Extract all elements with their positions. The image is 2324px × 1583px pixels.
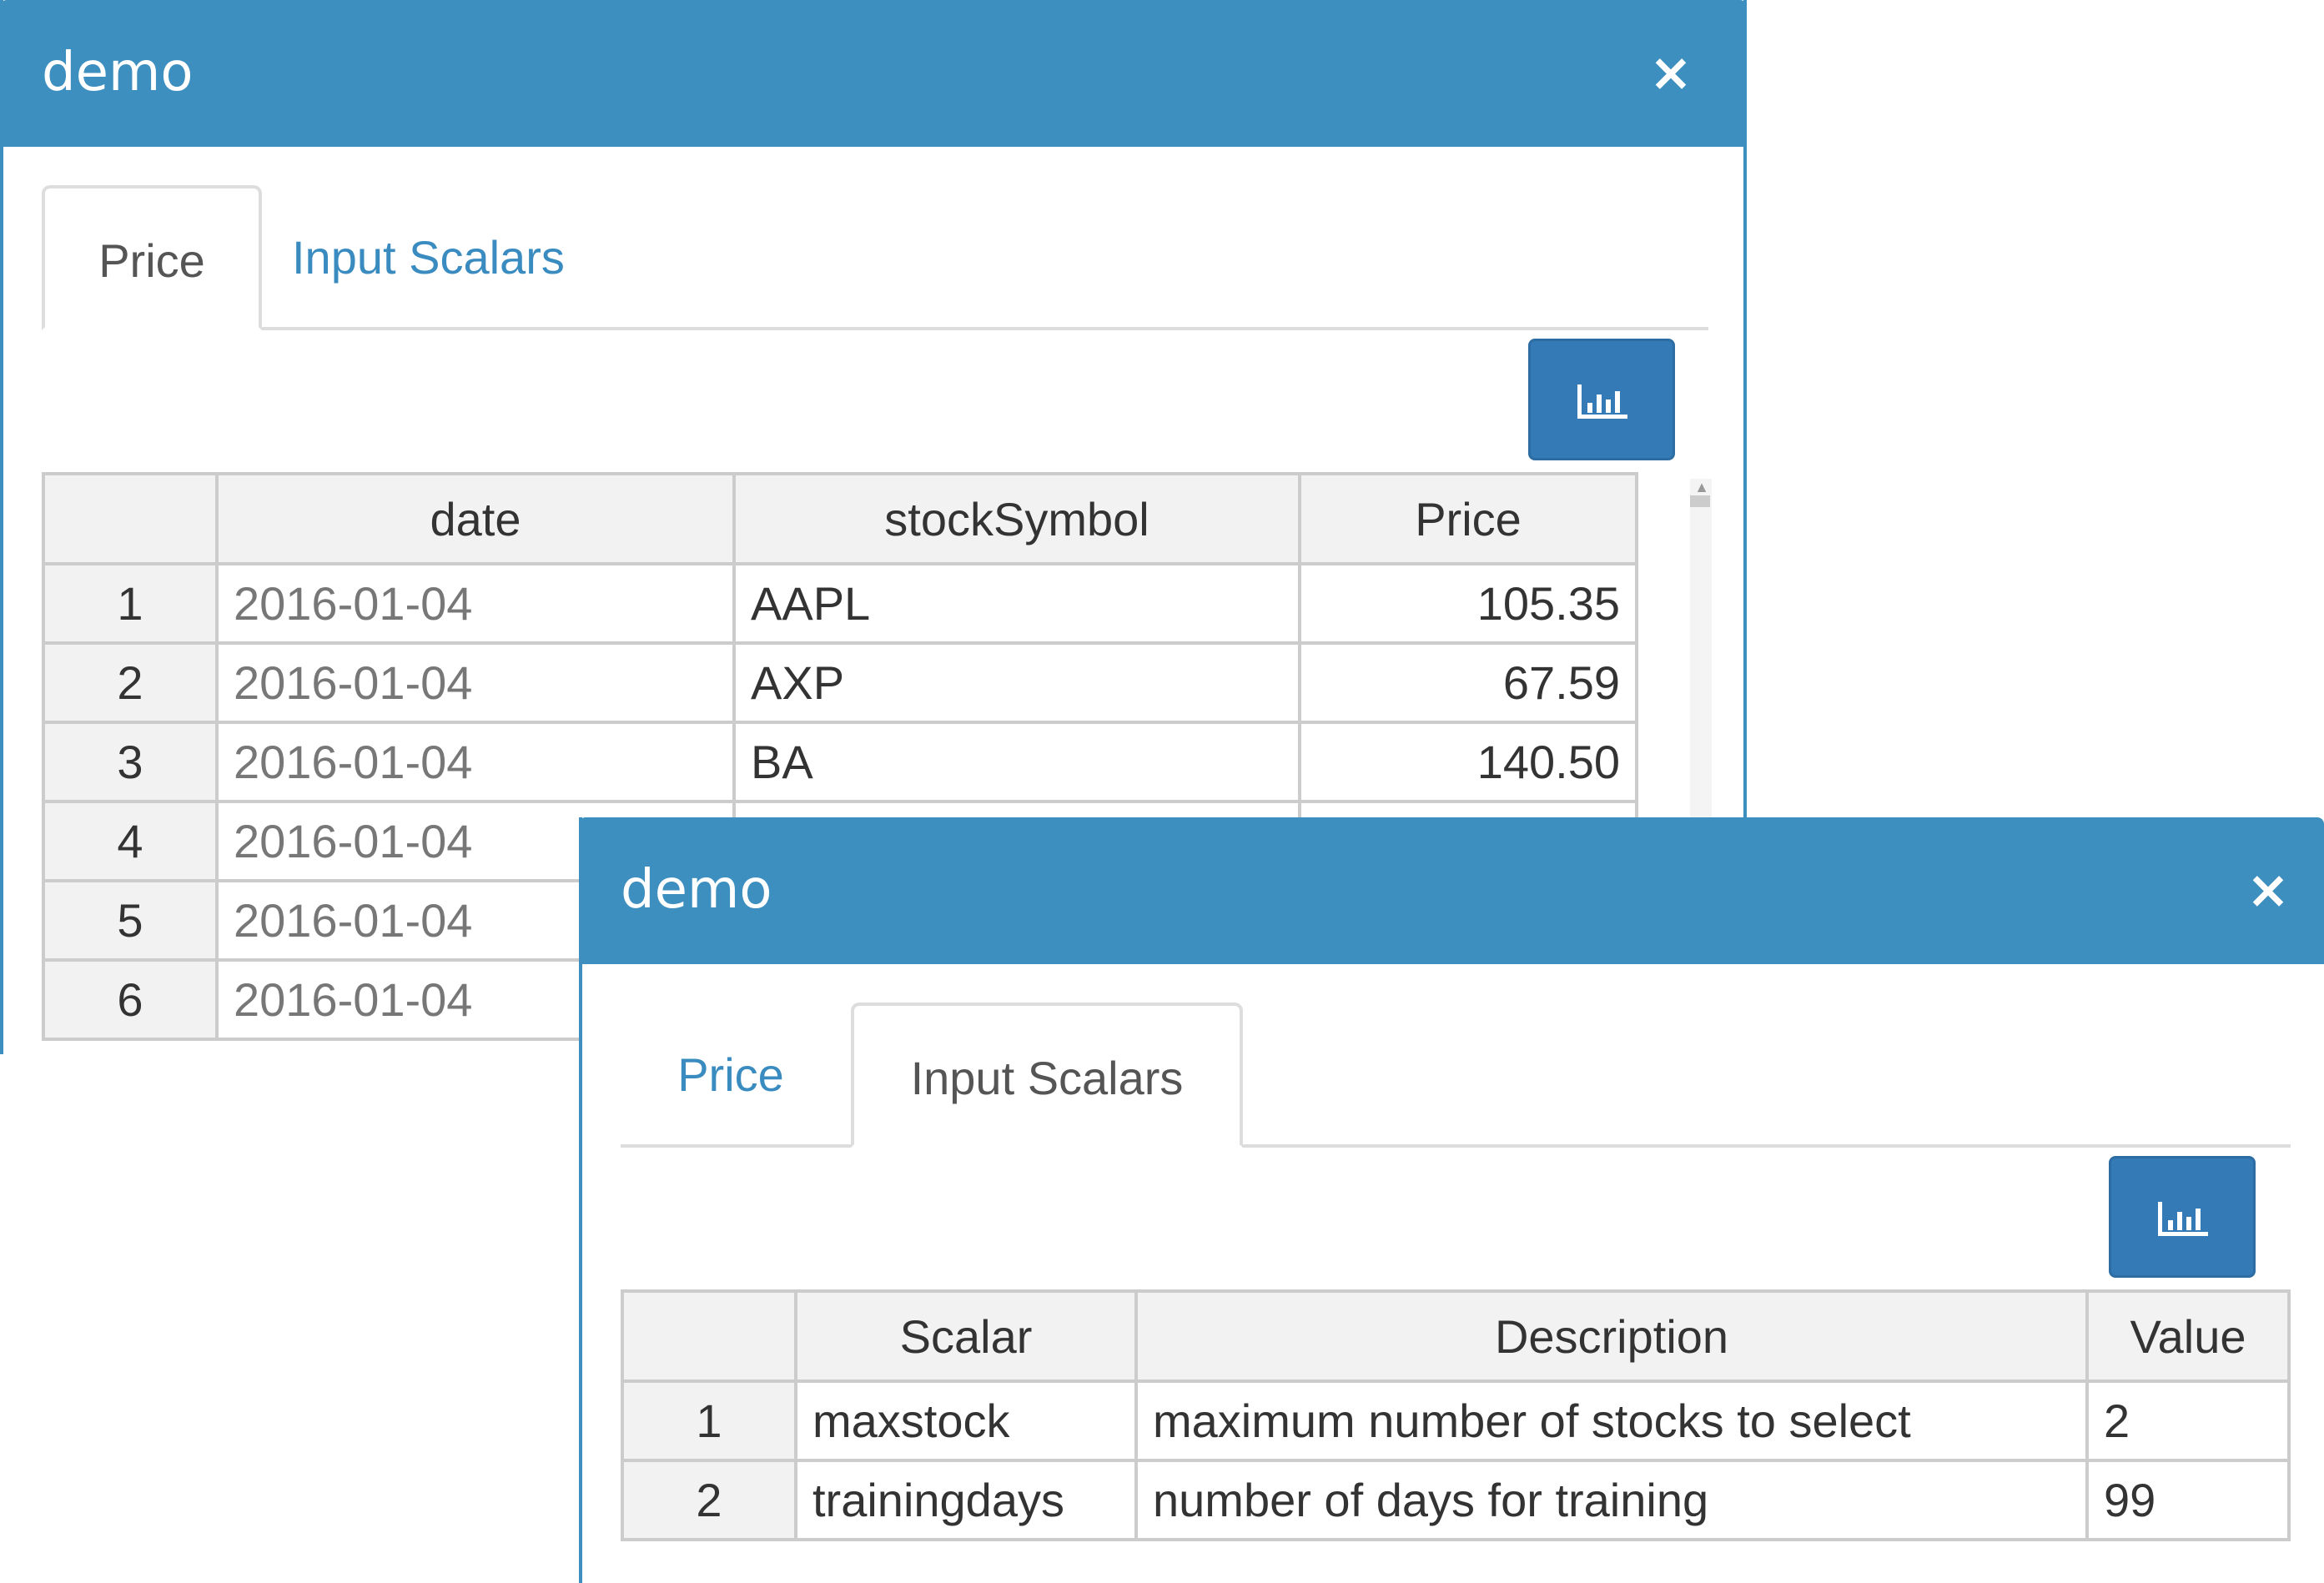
row-number: 1 — [42, 562, 219, 645]
dialog-title: demo — [621, 859, 772, 921]
symbol-cell[interactable]: BA — [732, 721, 1301, 803]
dialog-titlebar[interactable]: demo × — [0, 0, 1747, 147]
chart-button[interactable] — [1528, 339, 1675, 460]
header-description[interactable]: Description — [1134, 1289, 2089, 1383]
row-number: 1 — [621, 1379, 797, 1462]
row-number: 4 — [42, 800, 219, 882]
table-row[interactable]: 3 2016-01-04 BA 140.50 — [42, 721, 1638, 803]
description-cell[interactable]: maximum number of stocks to select — [1134, 1379, 2089, 1462]
table-row[interactable]: 1 2016-01-04 AAPL 105.35 — [42, 562, 1638, 645]
row-number: 5 — [42, 879, 219, 962]
scrollbar-thumb[interactable] — [1690, 495, 1710, 507]
tab-bar: Price Input Scalars — [621, 999, 2291, 1148]
row-number: 2 — [42, 641, 219, 724]
bar-chart-icon — [2158, 1202, 2208, 1236]
price-cell[interactable]: 67.59 — [1298, 641, 1638, 724]
value-cell[interactable]: 99 — [2085, 1459, 2291, 1541]
price-cell[interactable]: 140.50 — [1298, 721, 1638, 803]
table-row[interactable]: 2 trainingdays number of days for traini… — [621, 1459, 2291, 1541]
date-cell[interactable]: 2016-01-04 — [215, 562, 736, 645]
chart-button[interactable] — [2109, 1156, 2256, 1278]
scroll-up-arrow-icon[interactable]: ▲ — [1692, 479, 1712, 495]
row-number: 3 — [42, 721, 219, 803]
table-row[interactable]: 1 maxstock maximum number of stocks to s… — [621, 1379, 2291, 1462]
header-rownum — [621, 1289, 797, 1383]
date-cell[interactable]: 2016-01-04 — [215, 721, 736, 803]
header-price[interactable]: Price — [1298, 472, 1638, 565]
scalars-table: Scalar Description Value 1 maxstock maxi… — [621, 1289, 2291, 1541]
tab-price[interactable]: Price — [621, 1003, 841, 1148]
header-rownum — [42, 472, 219, 565]
scalar-cell[interactable]: maxstock — [794, 1379, 1138, 1462]
tab-bar: Price Input Scalars — [42, 182, 1708, 330]
date-cell[interactable]: 2016-01-04 — [215, 641, 736, 724]
price-cell[interactable]: 105.35 — [1298, 562, 1638, 645]
tab-input-scalars[interactable]: Input Scalars — [292, 185, 726, 330]
dialog-title: demo — [42, 42, 194, 103]
tab-input-scalars[interactable]: Input Scalars — [851, 1003, 1243, 1148]
tab-price[interactable]: Price — [42, 185, 262, 330]
header-value[interactable]: Value — [2085, 1289, 2291, 1383]
row-number: 6 — [42, 958, 219, 1041]
table-header-row: Scalar Description Value — [621, 1289, 2291, 1383]
row-number: 2 — [621, 1459, 797, 1541]
table-header-row: date stockSymbol Price — [42, 472, 1638, 565]
scalar-cell[interactable]: trainingdays — [794, 1459, 1138, 1541]
description-cell[interactable]: number of days for training — [1134, 1459, 2089, 1541]
dialog-titlebar[interactable]: demo × — [579, 817, 2324, 964]
value-cell[interactable]: 2 — [2085, 1379, 2291, 1462]
table-row[interactable]: 2 2016-01-04 AXP 67.59 — [42, 641, 1638, 724]
symbol-cell[interactable]: AXP — [732, 641, 1301, 724]
input-scalars-dialog: demo × Price Input Scalars Scalar Descri… — [579, 817, 2324, 1583]
bar-chart-icon — [1577, 384, 1627, 419]
symbol-cell[interactable]: AAPL — [732, 562, 1301, 645]
header-date[interactable]: date — [215, 472, 736, 565]
close-icon[interactable]: × — [1640, 42, 1702, 103]
close-icon[interactable]: × — [2237, 859, 2299, 921]
header-stocksymbol[interactable]: stockSymbol — [732, 472, 1301, 565]
header-scalar[interactable]: Scalar — [794, 1289, 1138, 1383]
